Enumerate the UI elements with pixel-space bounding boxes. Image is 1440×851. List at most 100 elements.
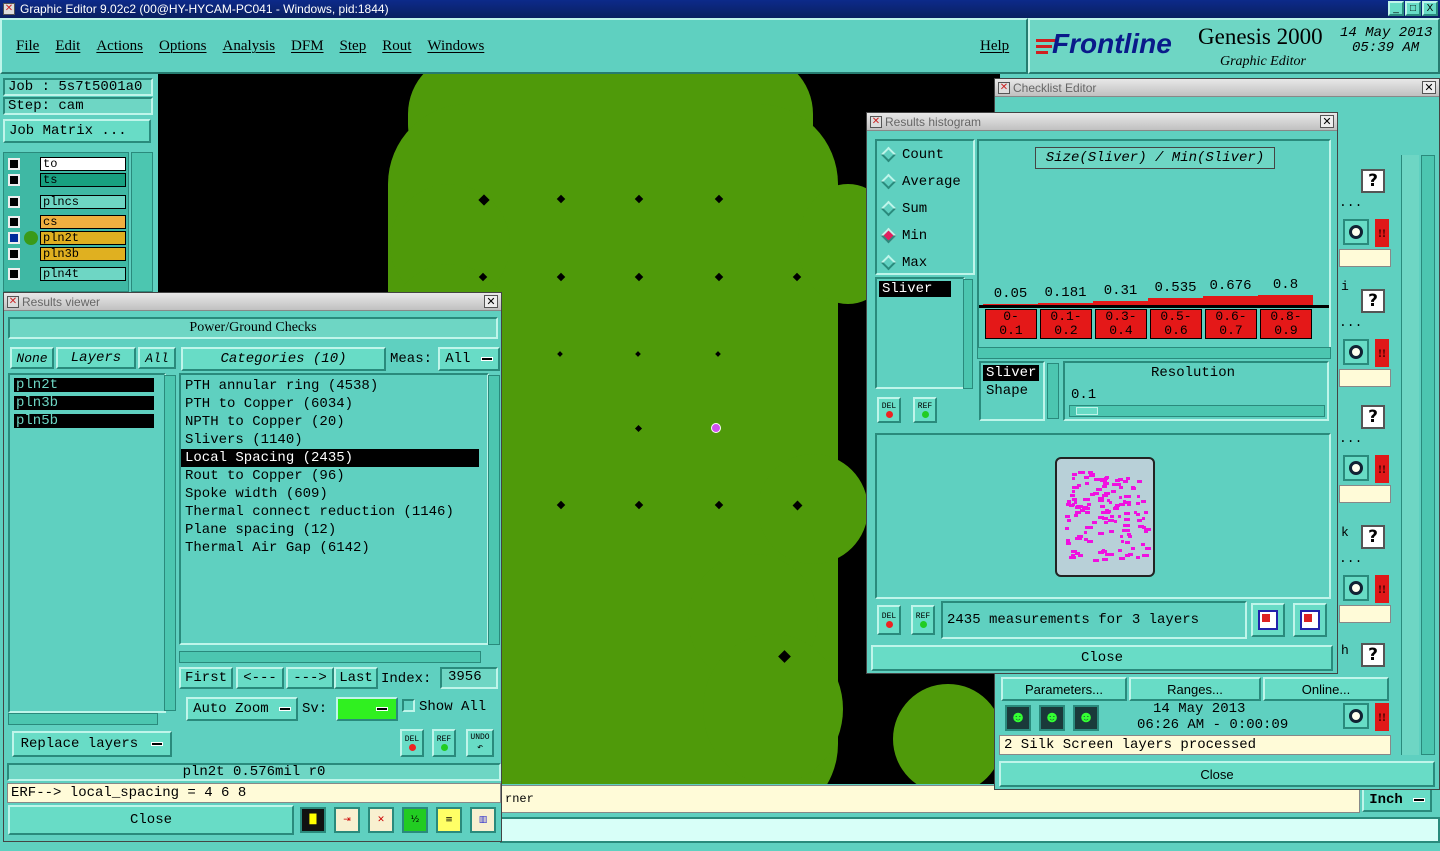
index-input[interactable]: 3956 (440, 667, 498, 689)
run-icon[interactable]: ☻ (1005, 705, 1031, 731)
prev-button[interactable]: <--- (236, 667, 284, 689)
close-checklist-icon[interactable]: ✕ (1422, 81, 1436, 94)
ref-off-icon[interactable]: ✕ (368, 807, 394, 833)
ranges-button[interactable]: Ranges... (1129, 677, 1261, 701)
layer-list-scrollbar[interactable] (131, 152, 153, 292)
menu-file[interactable]: File (16, 38, 39, 55)
zoom-out-icon[interactable] (1293, 603, 1327, 637)
meas-select[interactable]: All (438, 347, 500, 371)
all-button[interactable]: All (138, 347, 176, 369)
layer-checkbox[interactable] (8, 174, 20, 186)
category-item[interactable]: PTH to Copper (6034) (181, 395, 487, 413)
online-button[interactable]: Online... (1263, 677, 1389, 701)
none-button[interactable]: None (10, 347, 54, 369)
command-strip[interactable] (500, 817, 1440, 843)
category-item[interactable]: Local Spacing (2435) (181, 449, 479, 467)
first-button[interactable]: First (179, 667, 233, 689)
next-button[interactable]: ---> (286, 667, 334, 689)
close-results-viewer-icon[interactable]: ✕ (484, 295, 498, 308)
category-item[interactable]: Plane spacing (12) (181, 521, 487, 539)
highlight-icon[interactable]: █ (300, 807, 326, 833)
layer-checkbox[interactable] (8, 196, 20, 208)
mode-min[interactable]: Min (877, 222, 973, 249)
mode-count[interactable]: Count (877, 141, 973, 168)
histogram-list2-item-shape[interactable]: Shape (983, 383, 1041, 399)
last-button[interactable]: Last (334, 667, 378, 689)
results-close-button[interactable]: Close (8, 805, 294, 835)
menu-edit[interactable]: Edit (55, 38, 80, 55)
layers-hscrollbar[interactable] (8, 713, 158, 725)
menu-step[interactable]: Step (340, 38, 367, 55)
help-icon[interactable]: ? (1361, 525, 1385, 549)
minimize-button[interactable]: _ (1388, 1, 1404, 16)
close-histogram-icon[interactable]: ✕ (1320, 115, 1334, 128)
category-item[interactable]: Thermal Air Gap (6142) (181, 539, 487, 557)
run-selected-icon[interactable]: ☻ (1073, 705, 1099, 731)
layer-to[interactable]: to (40, 157, 126, 171)
category-item[interactable]: PTH annular ring (4538) (181, 377, 487, 395)
menu-dfm[interactable]: DFM (291, 38, 324, 55)
del-button[interactable]: DEL (400, 729, 424, 757)
layer-pln3b[interactable]: pln3b (40, 247, 126, 261)
zoom-to-fit-icon[interactable] (1251, 603, 1285, 637)
layer-checkbox[interactable] (8, 216, 20, 228)
menu-rout[interactable]: Rout (382, 38, 411, 55)
hist-del-button-2[interactable]: DEL (877, 605, 901, 635)
histogram-list-scrollbar[interactable] (963, 279, 973, 389)
category-item[interactable]: Rout to Copper (96) (181, 467, 487, 485)
numbering-icon[interactable]: ½ (402, 807, 428, 833)
histogram-list2-scrollbar[interactable] (1047, 363, 1059, 419)
job-matrix-button[interactable]: Job Matrix ... (3, 119, 151, 143)
hist-ref-button[interactable]: REF (913, 397, 937, 423)
zoom-icon[interactable] (1343, 219, 1369, 245)
categories-scrollbar[interactable] (488, 375, 500, 645)
help-icon[interactable]: ? (1361, 289, 1385, 313)
layers-button[interactable]: Layers (56, 347, 136, 369)
ref-button[interactable]: REF (432, 729, 456, 757)
category-item[interactable]: Spoke width (609) (181, 485, 487, 503)
categories-hscrollbar[interactable] (179, 651, 481, 663)
layer-checkbox[interactable] (8, 268, 20, 280)
layer-ts[interactable]: ts (40, 173, 126, 187)
layer-checkbox[interactable] (8, 248, 20, 260)
layer-checkbox[interactable] (8, 158, 20, 170)
histogram-list-item[interactable]: Sliver (879, 281, 951, 297)
parameters-button[interactable]: Parameters... (1001, 677, 1127, 701)
layers-scrollbar[interactable] (164, 375, 176, 711)
help-icon[interactable]: ? (1361, 405, 1385, 429)
hist-del-button[interactable]: DEL (877, 397, 901, 423)
histogram-icon[interactable]: ▥ (470, 807, 496, 833)
zoom-icon[interactable] (1343, 703, 1369, 729)
checklist-close-button[interactable]: Close (999, 761, 1435, 787)
help-icon[interactable]: ? (1361, 643, 1385, 667)
results-layer-item[interactable]: pln2t (14, 378, 154, 392)
histogram-close-button[interactable]: Close (871, 645, 1333, 671)
histogram-list2-item-sliver[interactable]: Sliver (983, 365, 1039, 381)
layer-plncs[interactable]: plncs (40, 195, 126, 209)
category-item[interactable]: NPTH to Copper (20) (181, 413, 487, 431)
help-menu[interactable]: Help (980, 38, 1009, 55)
resolution-slider[interactable] (1069, 405, 1325, 417)
layer-cs[interactable]: cs (40, 215, 126, 229)
category-item[interactable]: Thermal connect reduction (1146) (181, 503, 487, 521)
categories-button[interactable]: Categories (10) (181, 347, 386, 371)
units-select[interactable]: Inch (1362, 788, 1432, 812)
layer-pln2t[interactable]: pln2t (40, 231, 126, 245)
menu-windows[interactable]: Windows (427, 38, 484, 55)
auto-zoom-select[interactable]: Auto Zoom (186, 697, 298, 721)
undo-button[interactable]: UNDO ↶ (466, 729, 494, 757)
chart-hscrollbar[interactable] (977, 347, 1331, 359)
menu-actions[interactable]: Actions (96, 38, 143, 55)
zoom-icon[interactable] (1343, 575, 1369, 601)
mode-max[interactable]: Max (877, 249, 973, 276)
close-app-button[interactable]: X (1422, 1, 1438, 16)
menu-analysis[interactable]: Analysis (223, 38, 276, 55)
mode-sum[interactable]: Sum (877, 195, 973, 222)
layer-checkbox[interactable] (8, 232, 20, 244)
run-all-icon[interactable]: ☻ (1039, 705, 1065, 731)
maximize-button[interactable]: □ (1405, 1, 1421, 16)
exit-icon[interactable]: ⇥ (334, 807, 360, 833)
category-item[interactable]: Slivers (1140) (181, 431, 487, 449)
checklist-scrollbar[interactable] (1421, 155, 1435, 755)
sv-color-select[interactable] (336, 697, 398, 721)
